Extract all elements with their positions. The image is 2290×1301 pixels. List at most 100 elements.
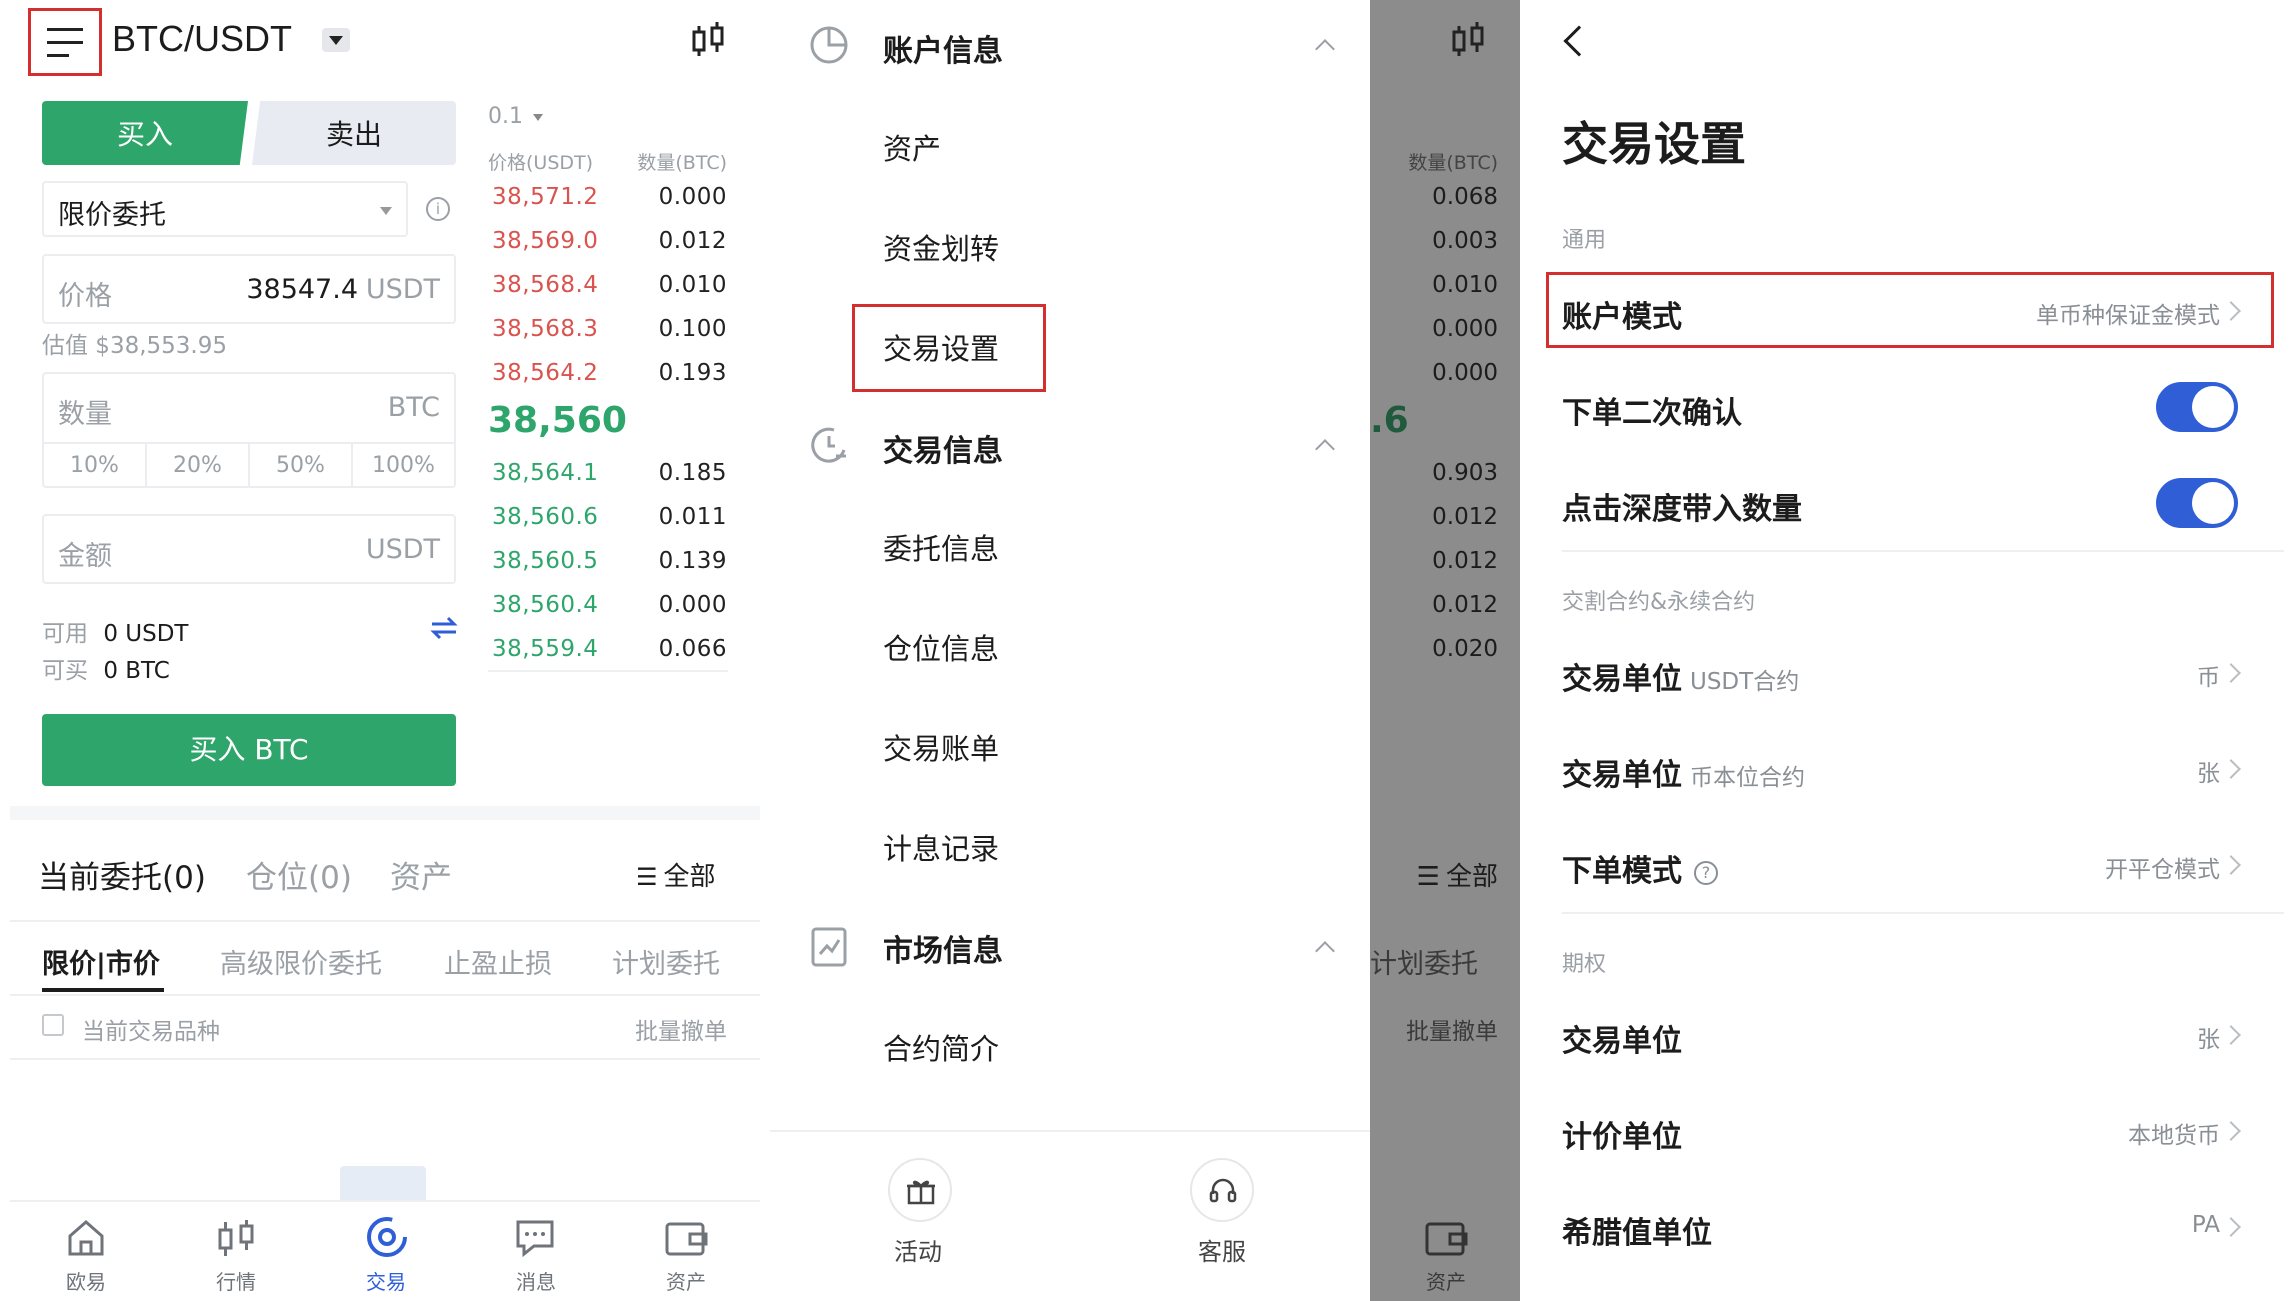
pair-title[interactable]: BTC/USDT: [112, 18, 292, 60]
market-icon[interactable]: [216, 1218, 256, 1258]
back-icon[interactable]: [1563, 25, 1595, 57]
subtab-tp-sl[interactable]: 止盈止损: [444, 942, 552, 981]
orders-tab-current[interactable]: 当前委托(0): [38, 852, 206, 897]
pct-100-button[interactable]: 100%: [353, 444, 454, 488]
subtab-plan[interactable]: 计划委托: [612, 942, 720, 981]
section-account-info[interactable]: 账户信息: [883, 26, 1003, 70]
menu-position-info[interactable]: 仓位信息: [883, 626, 999, 668]
pct-20-button[interactable]: 20%: [147, 444, 250, 488]
coin-unit-row[interactable]: 交易单位 币本位合约: [1562, 750, 1805, 794]
buy-tab[interactable]: 买入: [42, 101, 248, 165]
candlestick-icon[interactable]: [690, 22, 726, 60]
price-input[interactable]: 价格 38547.4 USDT: [42, 254, 456, 324]
bid-qty[interactable]: 0.011: [607, 504, 727, 530]
bid-price[interactable]: 38,559.4: [492, 636, 612, 662]
overlay-ask-qty: 0.068: [1432, 184, 1498, 210]
ask-price[interactable]: 38,564.2: [492, 360, 612, 386]
current-pair-checkbox[interactable]: [42, 1014, 64, 1036]
option-unit-label[interactable]: 交易单位: [1562, 1016, 1682, 1060]
menu-trade-bill[interactable]: 交易账单: [883, 726, 999, 768]
ob-qty-header: 数量(BTC): [637, 152, 727, 174]
depth-fill-label: 点击深度带入数量: [1562, 492, 1802, 527]
ask-price[interactable]: 38,568.3: [492, 316, 612, 342]
pct-50-button[interactable]: 50%: [250, 444, 353, 488]
bid-price[interactable]: 38,564.1: [492, 460, 612, 486]
pricing-unit-value: 本地货币: [2128, 1123, 2220, 1149]
help-icon[interactable]: ?: [1694, 860, 1718, 885]
headset-icon[interactable]: [1190, 1158, 1254, 1222]
ask-qty[interactable]: 0.193: [607, 360, 727, 386]
amount-input[interactable]: 金额 USDT: [42, 514, 456, 584]
batch-cancel-button[interactable]: 批量撤单: [635, 1012, 727, 1046]
menu-interest-record[interactable]: 计息记录: [883, 826, 999, 868]
section-market-info[interactable]: 市场信息: [883, 926, 1003, 970]
nav-market[interactable]: 行情: [176, 1266, 296, 1295]
pair-dropdown-icon[interactable]: [322, 28, 350, 52]
footer-support[interactable]: 客服: [1198, 1232, 1246, 1267]
nav-message[interactable]: 消息: [476, 1266, 596, 1295]
account-mode-value: 单币种保证金模式: [2036, 303, 2220, 329]
ask-price[interactable]: 38,568.4: [492, 272, 612, 298]
order-confirm-label: 下单二次确认: [1562, 396, 1742, 431]
order-type-select[interactable]: 限价委托: [42, 181, 408, 237]
bid-price[interactable]: 38,560.5: [492, 548, 612, 574]
gift-icon[interactable]: [888, 1158, 952, 1222]
menu-contract-intro[interactable]: 合约简介: [883, 1026, 999, 1068]
page-title: 交易设置: [1562, 117, 1746, 171]
order-mode-row[interactable]: 下单模式?: [1562, 846, 1718, 890]
ask-qty[interactable]: 0.010: [607, 272, 727, 298]
message-icon[interactable]: [514, 1218, 556, 1258]
section-trade-info[interactable]: 交易信息: [883, 426, 1003, 470]
overlay-ask-qty: 0.010: [1432, 272, 1498, 298]
option-unit-chevron-icon: [2221, 1025, 2241, 1045]
trade-icon[interactable]: [364, 1214, 410, 1260]
nav-assets[interactable]: 资产: [626, 1266, 746, 1295]
filter-all-button[interactable]: ☰ 全部: [636, 856, 716, 893]
bid-qty[interactable]: 0.066: [607, 636, 727, 662]
greek-unit-label[interactable]: 希腊值单位: [1562, 1208, 1712, 1252]
menu-order-info[interactable]: 委托信息: [883, 526, 999, 568]
dimmed-overlay[interactable]: 数量(BTC) 0.068 0.003 0.010 0.000 0.000 .6 0.9…: [1370, 0, 1520, 1301]
menu-fund-transfer[interactable]: 资金划转: [883, 226, 999, 268]
ask-price[interactable]: 38,569.0: [492, 228, 612, 254]
order-confirm-toggle[interactable]: [2156, 382, 2238, 432]
buy-btc-button[interactable]: 买入 BTC: [42, 714, 456, 786]
footer-activity[interactable]: 活动: [894, 1232, 942, 1267]
bid-qty[interactable]: 0.000: [607, 592, 727, 618]
info-icon[interactable]: i: [426, 197, 450, 221]
orders-tab-assets[interactable]: 资产: [390, 852, 452, 897]
orders-tab-positions[interactable]: 仓位(0): [246, 852, 352, 897]
ask-qty[interactable]: 0.012: [607, 228, 727, 254]
order-mode-label: 下单模式: [1562, 854, 1682, 889]
bid-price[interactable]: 38,560.4: [492, 592, 612, 618]
wallet-icon[interactable]: [664, 1218, 708, 1258]
collapse-market-icon[interactable]: [1315, 941, 1335, 961]
bid-qty[interactable]: 0.139: [607, 548, 727, 574]
pricing-unit-label[interactable]: 计价单位: [1562, 1112, 1682, 1156]
subtab-limit-market[interactable]: 限价|市价: [42, 942, 160, 981]
nav-trade[interactable]: 交易: [326, 1266, 446, 1295]
menu-button[interactable]: [28, 8, 102, 76]
candlestick-icon-dimmed: [1452, 22, 1484, 56]
quantity-input[interactable]: 数量 BTC 10% 20% 50% 100%: [42, 372, 456, 488]
overlay-nav-assets: 资产: [1426, 1270, 1466, 1294]
menu-trade-settings[interactable]: 交易设置: [883, 326, 999, 368]
can-buy-row: 可买 0 BTC: [42, 651, 170, 685]
sell-tab[interactable]: 卖出: [252, 101, 456, 165]
bid-qty[interactable]: 0.185: [607, 460, 727, 486]
subtab-advanced-limit[interactable]: 高级限价委托: [220, 942, 382, 981]
bid-price[interactable]: 38,560.6: [492, 504, 612, 530]
home-icon[interactable]: [66, 1218, 106, 1258]
ask-price[interactable]: 38,571.2: [492, 184, 612, 210]
depth-fill-toggle[interactable]: [2156, 478, 2238, 528]
collapse-account-icon[interactable]: [1315, 39, 1335, 59]
transfer-icon[interactable]: [430, 616, 458, 640]
pct-10-button[interactable]: 10%: [44, 444, 147, 488]
usdt-unit-row[interactable]: 交易单位 USDT合约: [1562, 654, 1799, 698]
ask-qty[interactable]: 0.000: [607, 184, 727, 210]
collapse-trade-icon[interactable]: [1315, 439, 1335, 459]
ask-qty[interactable]: 0.100: [607, 316, 727, 342]
depth-select[interactable]: 0.1: [488, 104, 543, 129]
nav-okx[interactable]: 欧易: [26, 1266, 146, 1295]
menu-assets[interactable]: 资产: [883, 126, 941, 168]
